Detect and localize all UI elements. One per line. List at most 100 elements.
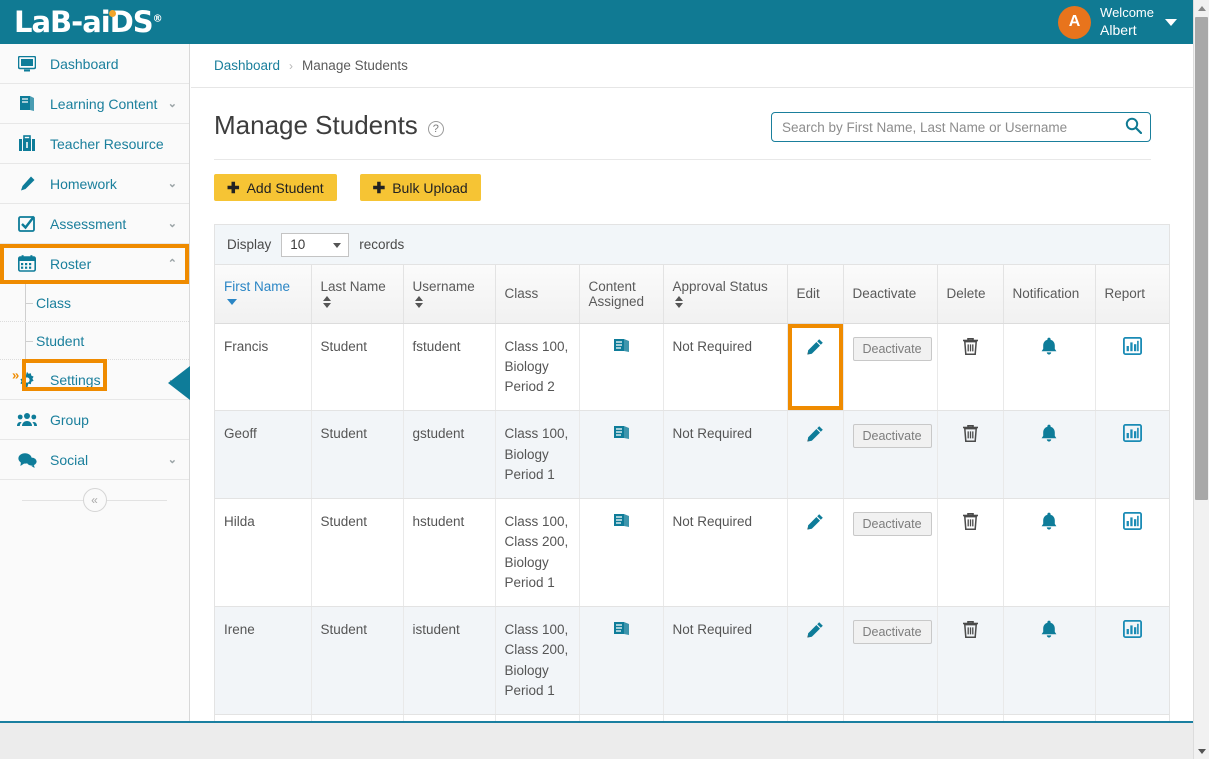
chevron-down-icon[interactable]	[1165, 18, 1177, 26]
table-header: First Name Last Name Username Class Cont…	[215, 265, 1169, 324]
edit-pencil-icon[interactable]	[805, 424, 825, 444]
edit-pencil-icon[interactable]	[805, 620, 825, 640]
search-input[interactable]	[771, 112, 1151, 142]
scrollbar-thumb[interactable]	[1195, 17, 1208, 500]
monitor-icon	[16, 55, 38, 72]
deactivate-button[interactable]: Deactivate	[852, 512, 932, 536]
cell-content-assigned	[579, 714, 664, 721]
cell-report	[1095, 714, 1169, 721]
sort-both-icon	[674, 295, 684, 308]
bulk-upload-button[interactable]: ✚ Bulk Upload	[359, 174, 481, 201]
cell-edit	[787, 606, 844, 715]
students-panel: Display 10 records First Name Last Name …	[214, 224, 1170, 721]
bar-chart-icon[interactable]	[1122, 512, 1142, 530]
column-header-deactivate: Deactivate	[843, 265, 938, 324]
scroll-up-button[interactable]	[1194, 0, 1209, 16]
bar-chart-icon[interactable]	[1122, 424, 1142, 443]
sort-desc-icon	[227, 298, 237, 305]
sidebar-item-roster[interactable]: Roster ⌃	[0, 244, 189, 284]
column-label: Report	[1104, 286, 1146, 302]
column-label: Last Name	[320, 278, 386, 294]
page-title-text: Manage Students	[214, 110, 418, 140]
sidebar-item-learning-content[interactable]: Learning Content ⌄	[0, 84, 189, 124]
student-highlight-box	[22, 359, 107, 391]
bar-chart-icon[interactable]	[1122, 336, 1142, 355]
cell-first-name: Francis	[215, 323, 312, 412]
column-header-last-name[interactable]: Last Name	[311, 265, 404, 324]
page-scrollbar[interactable]	[1193, 0, 1209, 759]
sidebar-collapse-row: «	[0, 480, 189, 520]
page-title-row: Manage Students ?	[191, 88, 1193, 142]
cell-notification	[1003, 606, 1096, 715]
sidebar-item-homework[interactable]: Homework ⌄	[0, 164, 189, 204]
cell-notification	[1003, 714, 1096, 721]
cell-first-name: Irene	[215, 606, 312, 715]
plus-icon: ✚	[372, 179, 386, 197]
search-icon[interactable]	[1125, 117, 1142, 134]
edit-pencil-icon[interactable]	[805, 512, 825, 532]
cell-approval-status: Not Required	[663, 498, 788, 607]
breadcrumb: Dashboard › Manage Students	[191, 44, 1193, 88]
display-records-bar: Display 10 records	[215, 225, 1169, 265]
collapse-sidebar-button[interactable]: «	[82, 488, 107, 512]
deactivate-button[interactable]: Deactivate	[852, 336, 932, 361]
bar-chart-icon[interactable]	[1122, 620, 1142, 638]
table-body: Francis Student fstudent Class 100, Biology…	[215, 323, 1169, 721]
breadcrumb-dashboard-link[interactable]: Dashboard	[214, 58, 280, 73]
book-icon[interactable]	[613, 424, 630, 440]
sidebar-item-assessment[interactable]: Assessment ⌄	[0, 204, 189, 244]
sidebar-item-teacher-resource[interactable]: Teacher Resource	[0, 124, 189, 164]
cell-username: fstudent	[403, 323, 496, 412]
column-header-content-assigned: Content Assigned	[579, 265, 664, 324]
user-name: Albert	[1100, 22, 1137, 39]
table-row: Irene Student istudent Class 100, Class 200…	[215, 606, 1169, 715]
cell-first-name: Geoff	[215, 410, 312, 499]
bell-icon[interactable]	[1040, 424, 1058, 443]
help-icon[interactable]: ?	[427, 120, 444, 137]
chevron-up-icon: ⌃	[167, 258, 177, 270]
welcome-text: Welcome Albert	[1100, 4, 1154, 40]
column-header-class: Class	[495, 265, 580, 324]
scroll-down-button[interactable]	[1194, 743, 1209, 759]
records-per-page-value: 10	[290, 237, 306, 252]
records-per-page-select[interactable]: 10	[281, 232, 350, 257]
sidebar-item-social[interactable]: Social ⌄	[0, 440, 189, 480]
column-header-username[interactable]: Username	[403, 265, 496, 324]
checkbox-icon	[16, 215, 38, 233]
cell-first-name: Hilda	[215, 498, 312, 607]
book-icon[interactable]	[613, 337, 630, 353]
sidebar-subitem-student[interactable]: Student	[0, 322, 189, 360]
bell-icon[interactable]	[1040, 337, 1058, 356]
chat-icon	[16, 452, 38, 468]
sidebar-item-dashboard[interactable]: Dashboard	[0, 44, 189, 84]
deactivate-button[interactable]: Deactivate	[852, 424, 932, 449]
column-header-approval-status[interactable]: Approval Status	[663, 265, 788, 324]
edit-pencil-icon[interactable]	[805, 337, 825, 357]
book-icon[interactable]	[613, 620, 630, 636]
lab-aids-logo[interactable]: LaB-aiDS®	[14, 7, 163, 37]
trash-icon[interactable]	[962, 424, 979, 443]
trash-icon[interactable]	[962, 620, 979, 639]
bell-icon[interactable]	[1040, 620, 1058, 639]
column-label: Content Assigned	[588, 278, 645, 309]
trash-icon[interactable]	[962, 512, 979, 531]
sidebar-item-group[interactable]: Group	[0, 400, 189, 440]
cell-last-name: Student	[311, 606, 404, 715]
column-label: Notification	[1012, 286, 1080, 302]
user-menu[interactable]: A Welcome Albert	[1058, 4, 1177, 40]
add-student-button[interactable]: ✚ Add Student	[214, 174, 337, 201]
column-header-first-name[interactable]: First Name	[215, 265, 312, 324]
deactivate-button[interactable]: Deactivate	[852, 620, 932, 644]
cell-content-assigned	[579, 606, 664, 715]
sidebar-subitem-label: Student	[36, 332, 85, 349]
column-label: Deactivate	[852, 286, 917, 302]
book-icon[interactable]	[613, 512, 630, 528]
cell-report	[1095, 410, 1169, 499]
trash-icon[interactable]	[962, 337, 979, 356]
cell-approval-status: Not Required	[663, 410, 788, 499]
sidebar-subitem-class[interactable]: Class	[0, 284, 189, 322]
bell-icon[interactable]	[1040, 512, 1058, 531]
sidebar-item-label: Teacher Resource	[50, 135, 164, 152]
people-icon	[16, 412, 38, 427]
avatar: A	[1058, 5, 1092, 39]
